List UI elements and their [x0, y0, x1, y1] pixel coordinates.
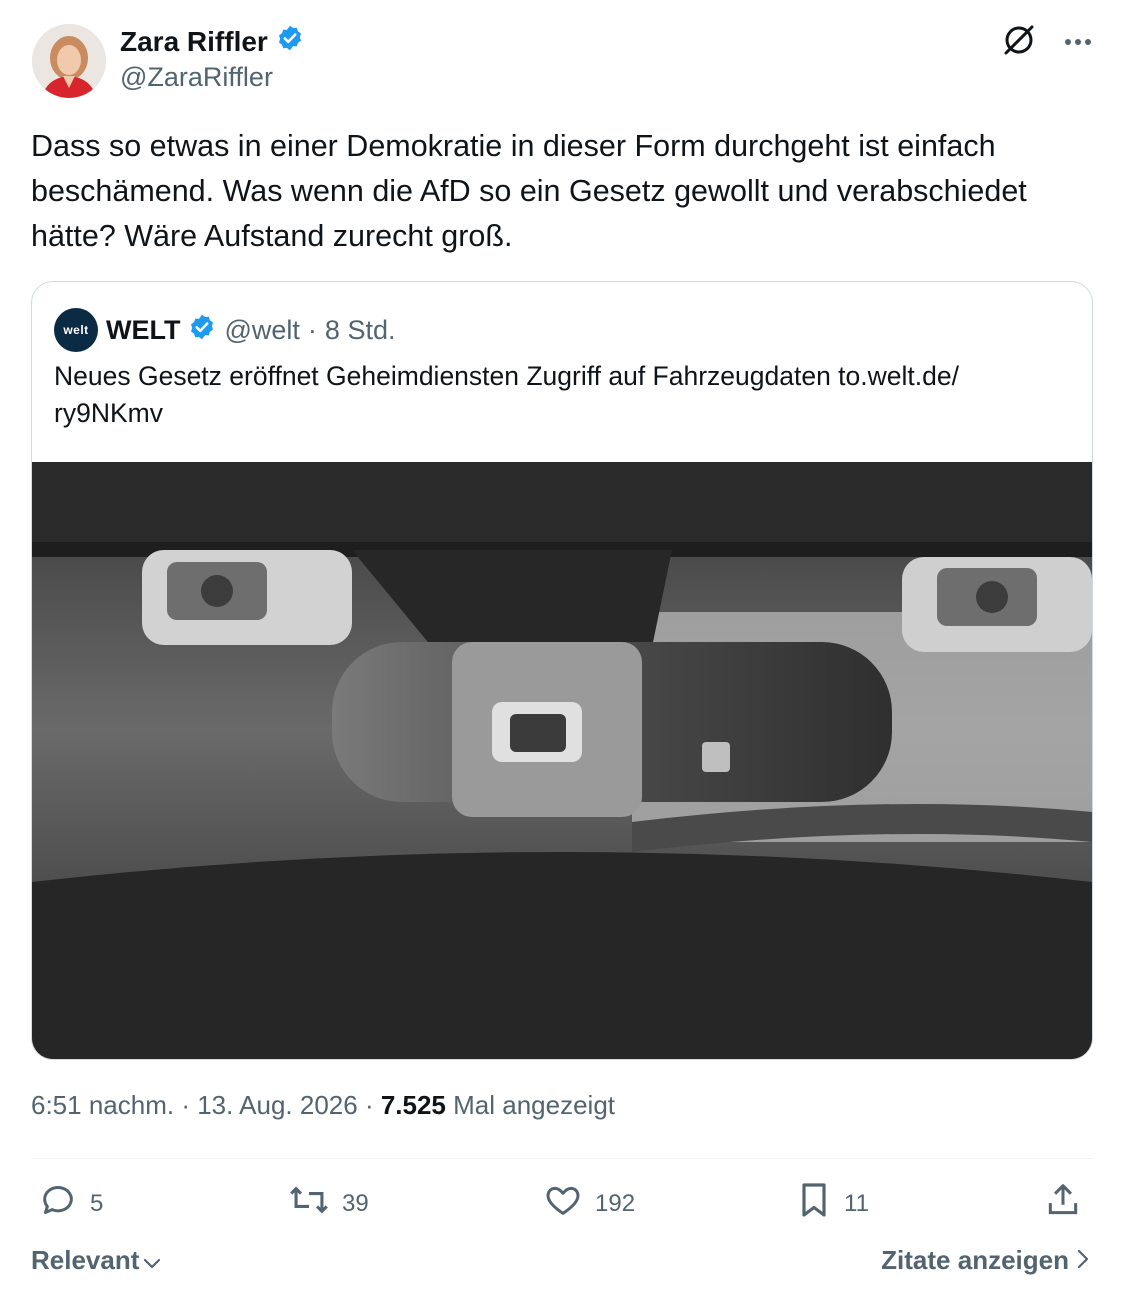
- more-icon[interactable]: [1063, 34, 1093, 52]
- repost-count: 39: [342, 1189, 369, 1217]
- separator-dot: ·: [364, 1090, 381, 1120]
- quoted-post-header: welt WELT @welt · 8 Std.: [54, 308, 395, 352]
- verified-badge-icon: [188, 313, 216, 348]
- share-icon: [1044, 1180, 1082, 1227]
- author-handle[interactable]: @ZaraRiffler: [120, 62, 273, 93]
- reply-button[interactable]: 5: [38, 1180, 103, 1227]
- quoted-post-text-line1: Neues Gesetz eröffnet Geheimdiensten Zug…: [54, 361, 959, 391]
- repost-icon: [288, 1180, 330, 1227]
- like-button[interactable]: 192: [543, 1180, 635, 1227]
- quoted-post-age: 8 Std.: [324, 314, 396, 345]
- quoted-post[interactable]: welt WELT @welt · 8 Std. Neues Gesetz er…: [31, 281, 1093, 1060]
- verified-badge-icon: [276, 24, 304, 59]
- views-label: Mal angezeigt: [453, 1090, 616, 1120]
- bookmark-button[interactable]: 11: [796, 1180, 869, 1227]
- quoted-author-name[interactable]: WELT: [106, 315, 180, 346]
- author-name-text[interactable]: Zara Riffler: [120, 26, 268, 58]
- chevron-right-icon: [1077, 1245, 1089, 1276]
- separator-dot: ·: [181, 1090, 198, 1120]
- like-icon: [543, 1180, 583, 1227]
- bookmark-icon: [796, 1180, 832, 1227]
- quoted-author-handle[interactable]: @welt: [224, 315, 299, 346]
- divider: [31, 1158, 1093, 1159]
- welt-logo[interactable]: welt: [54, 308, 98, 352]
- quoted-post-link[interactable]: ry9NKmv: [54, 395, 1064, 432]
- reply-count: 5: [90, 1189, 104, 1217]
- view-quotes-label: Zitate anzeigen: [881, 1245, 1069, 1275]
- post-time[interactable]: 6:51 nachm.: [31, 1090, 174, 1120]
- sort-label: Relevant: [31, 1245, 140, 1275]
- action-bar: 5 39 192 11: [38, 1180, 1088, 1226]
- bookmark-count: 11: [844, 1189, 869, 1217]
- quoted-post-text: Neues Gesetz eröffnet Geheimdiensten Zug…: [54, 358, 1064, 432]
- reply-icon: [38, 1180, 78, 1227]
- post-text: Dass so etwas in einer Demokratie in die…: [31, 129, 1027, 253]
- grok-icon[interactable]: [1001, 22, 1037, 63]
- avatar[interactable]: [32, 24, 106, 98]
- repost-button[interactable]: 39: [288, 1180, 369, 1227]
- separator-dot: ·: [307, 314, 317, 345]
- sort-dropdown[interactable]: Relevant: [31, 1245, 161, 1276]
- share-button[interactable]: [1044, 1180, 1082, 1227]
- view-quotes-link[interactable]: Zitate anzeigen: [881, 1245, 1089, 1276]
- post-date[interactable]: 13. Aug. 2026: [197, 1090, 357, 1120]
- author-name[interactable]: Zara Riffler: [120, 24, 304, 59]
- like-count: 192: [595, 1189, 636, 1217]
- quoted-post-image[interactable]: [32, 462, 1092, 1059]
- views-count: 7.525: [380, 1090, 446, 1120]
- top-actions: [1001, 22, 1093, 63]
- chevron-down-icon: [143, 1245, 161, 1276]
- post-meta: 6:51 nachm. · 13. Aug. 2026 · 7.525 Mal …: [31, 1090, 615, 1121]
